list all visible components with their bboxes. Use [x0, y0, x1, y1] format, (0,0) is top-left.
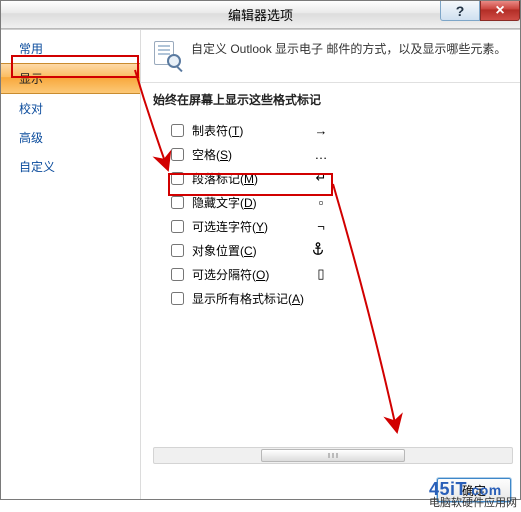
sidebar-item-display[interactable]: 显示 — [1, 63, 140, 94]
format-symbol-icon: ¬ — [311, 219, 331, 234]
option-row: 隐藏文字(D) ▫ — [171, 190, 508, 214]
option-label: 段落标记(M) — [192, 170, 258, 187]
watermark-domain: .com — [467, 482, 502, 498]
option-checkbox[interactable] — [171, 172, 184, 185]
option-row: 段落标记(M) ↵ — [171, 166, 508, 190]
option-row: 可选连字符(Y) ¬ — [171, 214, 508, 238]
option-label: 制表符(T) — [192, 122, 243, 139]
option-checkbox[interactable] — [171, 148, 184, 161]
dialog-window: 编辑器选项 ? × 常用 显示 校对 高级 自定义 自定义 Outlook 显示… — [0, 0, 521, 500]
watermark: 45iT.com 电脑软硬件应用网 — [429, 480, 517, 510]
titlebar: 编辑器选项 ? × — [1, 1, 520, 29]
window-buttons: ? × — [440, 1, 520, 21]
option-label: 对象位置(C) — [192, 242, 257, 259]
option-row: 空格(S) … — [171, 142, 508, 166]
sidebar-item-general[interactable]: 常用 — [1, 34, 140, 63]
option-row: 制表符(T) → — [171, 118, 508, 142]
format-symbol-icon: ↵ — [311, 170, 331, 186]
option-label: 显示所有格式标记(A) — [192, 290, 304, 307]
anchor-icon — [311, 242, 325, 259]
option-label: 空格(S) — [192, 146, 232, 163]
option-checkbox[interactable] — [171, 196, 184, 209]
option-checkbox[interactable] — [171, 124, 184, 137]
section-formatting-marks: 始终在屏幕上显示这些格式标记 制表符(T) → 空格(S) … 段落标记(M) ↵ 隐藏文字… — [141, 83, 520, 318]
sidebar-item-customize[interactable]: 自定义 — [1, 152, 140, 181]
format-symbol-icon: → — [311, 123, 331, 138]
description-text: 自定义 Outlook 显示电子 邮件的方式，以及显示哪些元素。 — [191, 40, 506, 68]
option-label: 可选连字符(Y) — [192, 218, 268, 235]
sidebar-item-proofing[interactable]: 校对 — [1, 94, 140, 123]
option-label: 可选分隔符(O) — [192, 266, 269, 283]
format-symbol-icon: … — [311, 147, 331, 162]
option-row: 可选分隔符(O) ▯ — [171, 262, 508, 286]
watermark-tagline: 电脑软硬件应用网 — [429, 498, 517, 510]
page-magnifier-icon — [153, 40, 181, 68]
option-checkbox[interactable] — [171, 268, 184, 281]
option-label: 隐藏文字(D) — [192, 194, 257, 211]
sidebar-item-advanced[interactable]: 高级 — [1, 123, 140, 152]
content-pane: 自定义 Outlook 显示电子 邮件的方式，以及显示哪些元素。 始终在屏幕上显… — [141, 30, 520, 499]
section-title: 始终在屏幕上显示这些格式标记 — [153, 91, 508, 108]
option-row: 对象位置(C) — [171, 238, 508, 262]
close-button[interactable]: × — [480, 1, 520, 21]
help-button[interactable]: ? — [440, 1, 480, 21]
option-checkbox[interactable] — [171, 292, 184, 305]
watermark-brand: 45iT — [429, 479, 467, 499]
dialog-body: 常用 显示 校对 高级 自定义 自定义 Outlook 显示电子 邮件的方式，以… — [1, 29, 520, 499]
horizontal-scrollbar[interactable] — [153, 447, 513, 464]
option-checkbox[interactable] — [171, 244, 184, 257]
scrollbar-thumb[interactable] — [261, 449, 404, 462]
option-row: 显示所有格式标记(A) — [171, 286, 508, 310]
sidebar: 常用 显示 校对 高级 自定义 — [1, 30, 141, 499]
option-list: 制表符(T) → 空格(S) … 段落标记(M) ↵ 隐藏文字(D) ▫ 可选连字符(Y) ¬ 对象… — [153, 118, 508, 310]
format-symbol-icon: ▫ — [311, 195, 331, 210]
format-symbol-icon: ▯ — [311, 266, 331, 282]
option-checkbox[interactable] — [171, 220, 184, 233]
description-row: 自定义 Outlook 显示电子 邮件的方式，以及显示哪些元素。 — [141, 30, 520, 83]
